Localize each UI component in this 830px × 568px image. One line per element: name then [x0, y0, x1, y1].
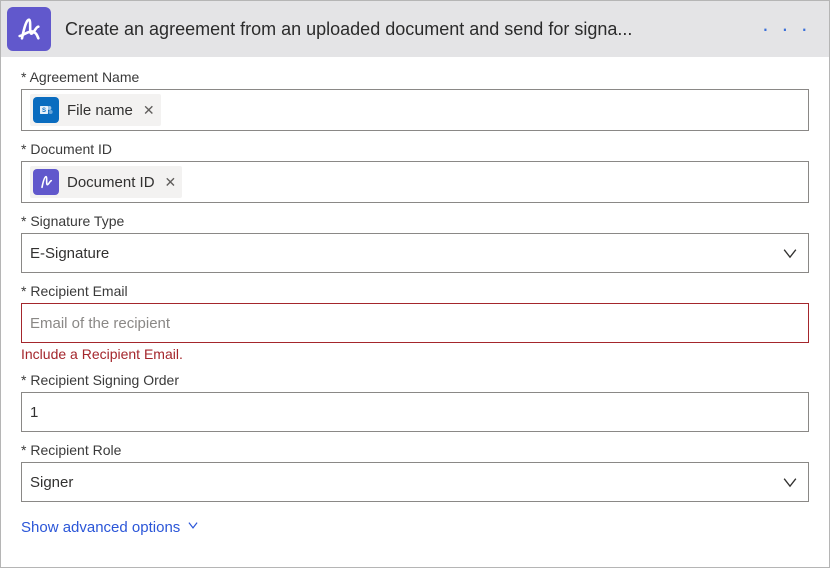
input-value: 1 — [30, 404, 38, 421]
card-body: Agreement Name S File name ✕ — [1, 57, 829, 567]
label-signature-type: Signature Type — [21, 213, 809, 229]
card-title: Create an agreement from an uploaded doc… — [65, 19, 742, 40]
token-remove-icon[interactable]: ✕ — [143, 102, 155, 119]
token-remove-icon[interactable]: ✕ — [165, 174, 177, 191]
advanced-label: Show advanced options — [21, 519, 180, 536]
select-value: E-Signature — [30, 245, 109, 262]
label-recipient-role: Recipient Role — [21, 442, 809, 458]
label-document-id: Document ID — [21, 141, 809, 157]
field-document-id: Document ID Document ID ✕ — [21, 141, 809, 203]
select-recipient-role[interactable]: Signer — [21, 462, 809, 502]
field-signing-order: Recipient Signing Order 1 — [21, 372, 809, 432]
input-document-id[interactable]: Document ID ✕ — [21, 161, 809, 203]
label-recipient-email: Recipient Email — [21, 283, 809, 299]
chevron-down-icon — [186, 518, 200, 536]
sharepoint-icon: S — [33, 97, 59, 123]
chevron-down-icon — [780, 472, 800, 492]
adobe-sign-small-icon — [33, 169, 59, 195]
field-agreement-name: Agreement Name S File name ✕ — [21, 69, 809, 131]
action-card: Create an agreement from an uploaded doc… — [0, 0, 830, 568]
token-label: Document ID — [67, 174, 155, 191]
token-file-name[interactable]: S File name ✕ — [30, 94, 161, 126]
field-recipient-email: Recipient Email Email of the recipient I… — [21, 283, 809, 362]
token-document-id[interactable]: Document ID ✕ — [30, 166, 182, 198]
chevron-down-icon — [780, 243, 800, 263]
more-options-button[interactable]: · · · — [756, 16, 817, 42]
field-recipient-role: Recipient Role Signer — [21, 442, 809, 502]
select-signature-type[interactable]: E-Signature — [21, 233, 809, 273]
label-signing-order: Recipient Signing Order — [21, 372, 809, 388]
label-agreement-name: Agreement Name — [21, 69, 809, 85]
show-advanced-options-link[interactable]: Show advanced options — [21, 518, 200, 536]
svg-text:S: S — [42, 108, 46, 114]
input-agreement-name[interactable]: S File name ✕ — [21, 89, 809, 131]
token-label: File name — [67, 102, 133, 119]
input-recipient-email[interactable]: Email of the recipient — [21, 303, 809, 343]
field-signature-type: Signature Type E-Signature — [21, 213, 809, 273]
error-recipient-email: Include a Recipient Email. — [21, 346, 809, 362]
adobe-sign-icon — [7, 7, 51, 51]
input-signing-order[interactable]: 1 — [21, 392, 809, 432]
input-placeholder: Email of the recipient — [30, 315, 170, 332]
select-value: Signer — [30, 474, 73, 491]
card-header: Create an agreement from an uploaded doc… — [1, 1, 829, 57]
